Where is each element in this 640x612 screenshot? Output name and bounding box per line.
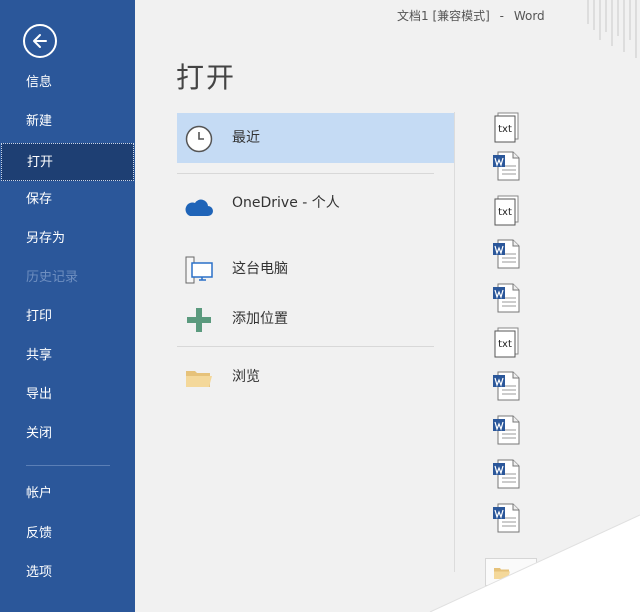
page-curl-decoration [429,514,640,612]
